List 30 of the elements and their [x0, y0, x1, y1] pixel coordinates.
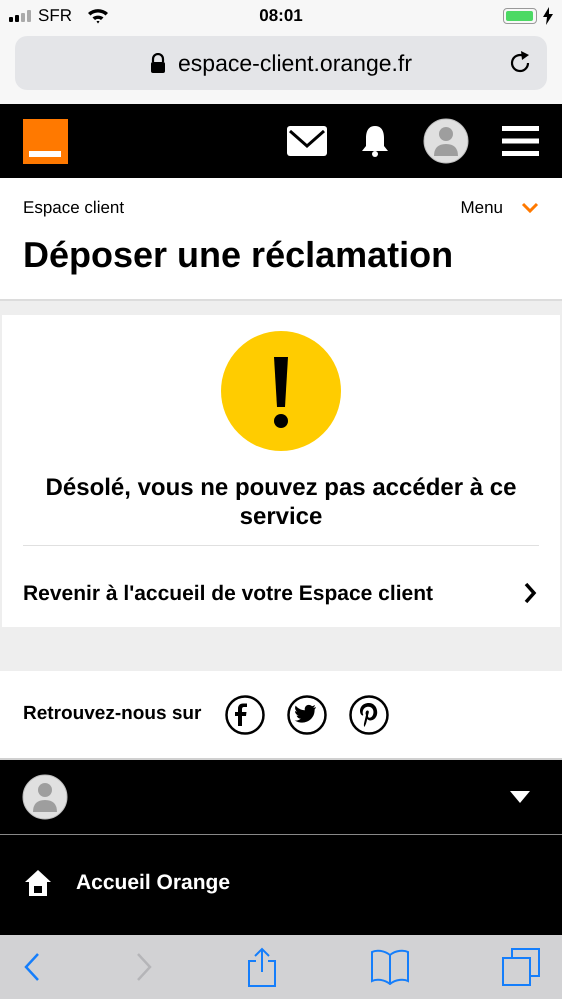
book-icon[interactable]	[370, 949, 410, 985]
back-icon[interactable]	[22, 951, 42, 983]
social-label: Retrouvez-nous sur	[23, 702, 202, 726]
menu-icon[interactable]	[502, 126, 539, 156]
house-icon	[24, 868, 52, 897]
carrier-name: SFR	[38, 5, 72, 28]
bell-icon[interactable]	[360, 124, 390, 158]
avatar-icon	[22, 774, 68, 820]
chevron-right-icon	[523, 582, 537, 604]
home-link[interactable]: Revenir à l'accueil de votre Espace client	[23, 546, 539, 611]
logo-icon[interactable]	[23, 118, 68, 164]
battery-icon	[503, 8, 537, 24]
page-title: Déposer une réclamation	[22, 232, 454, 276]
wifi-icon	[87, 8, 109, 24]
lock-icon	[150, 53, 166, 73]
menu-dropdown[interactable]: Menu	[460, 195, 539, 220]
signal-icon	[9, 10, 33, 22]
avatar-icon[interactable]	[423, 118, 469, 164]
clock-time: 08:01	[259, 5, 303, 28]
facebook-icon[interactable]	[225, 694, 266, 734]
address-field[interactable]: espace-client.orange.fr	[15, 36, 547, 90]
share-icon[interactable]	[246, 947, 278, 987]
twitter-icon[interactable]	[287, 694, 328, 734]
error-message: Désolé, vous ne pouvez pas accéder à ce service	[44, 472, 518, 530]
pinterest-icon[interactable]	[349, 694, 390, 734]
chevron-down-icon	[521, 202, 539, 214]
warning-icon	[221, 330, 341, 450]
mail-icon[interactable]	[287, 126, 327, 156]
tabs-icon[interactable]	[502, 948, 540, 986]
breadcrumb-link[interactable]: Espace client	[23, 195, 124, 220]
